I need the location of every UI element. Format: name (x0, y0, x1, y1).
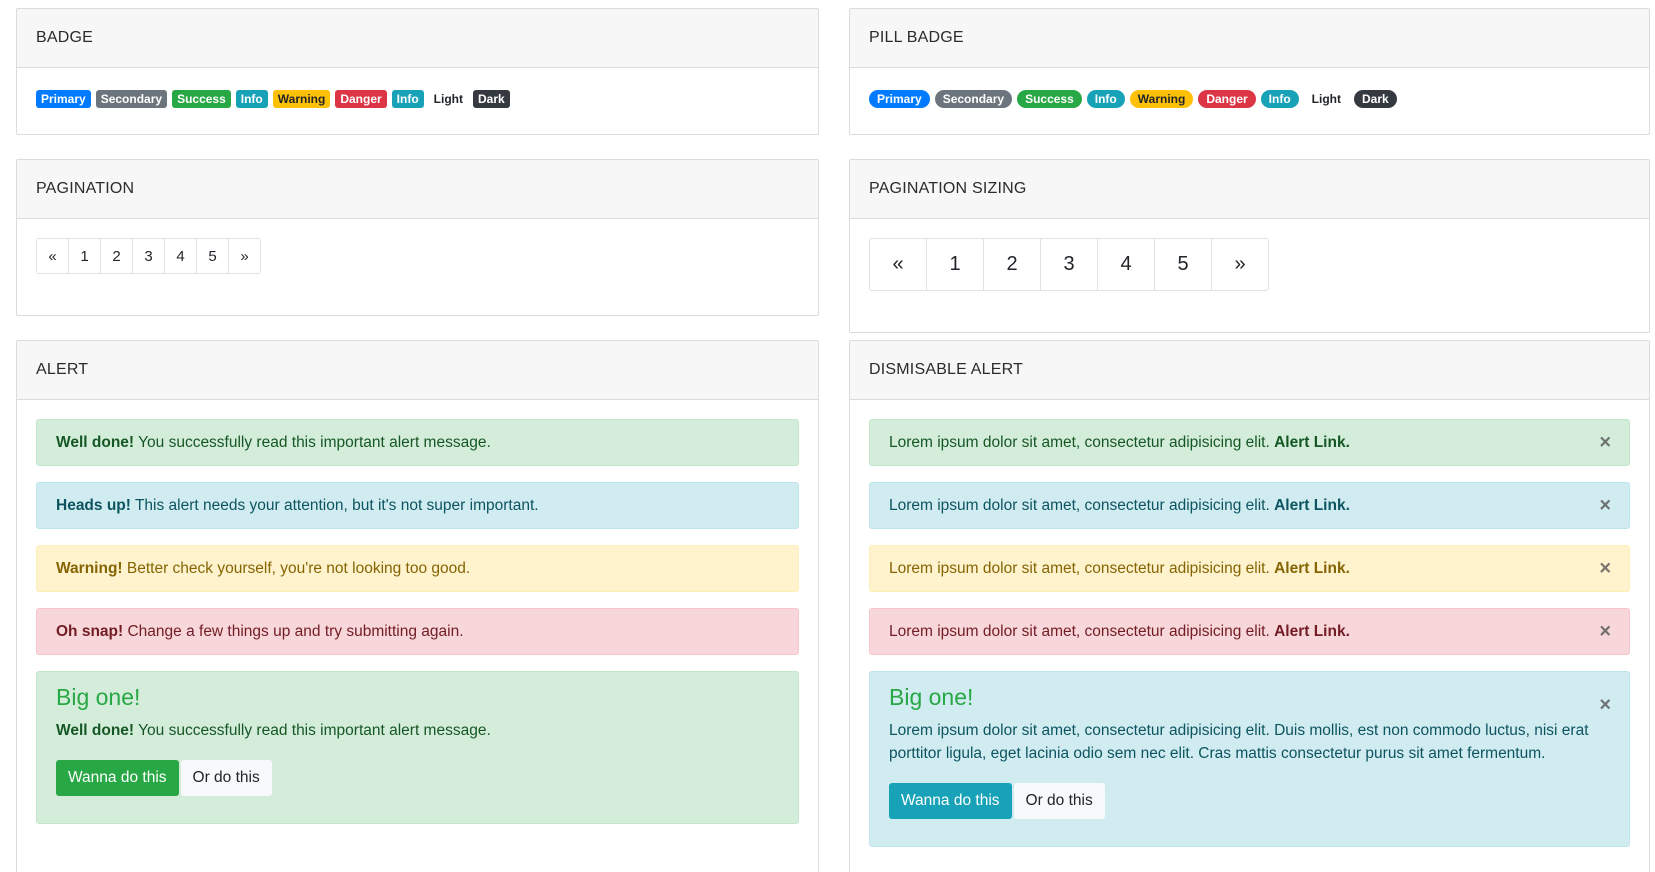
alert-text: You successfully read this important ale… (134, 722, 491, 739)
alert-text: Better check yourself, you're not lookin… (122, 559, 471, 577)
pill-badge-info: Info (1086, 90, 1125, 108)
page-link-5[interactable]: 5 (196, 238, 229, 274)
card-title: DISMISABLE ALERT (869, 361, 1024, 378)
pill-badge-warning: Warning (1129, 90, 1194, 108)
card-title: PILL BADGE (869, 29, 964, 46)
card-header: BADGE (17, 9, 818, 68)
alert-strong: Well done! (56, 433, 135, 451)
alert-big-success: Big one! Well done! You successfully rea… (36, 671, 799, 824)
pill-badge-primary: Primary (869, 90, 930, 108)
badge-info-2: Info (391, 90, 424, 108)
badge-light: Light (428, 90, 468, 108)
alert-text: You successfully read this important ale… (134, 433, 491, 451)
page-link-1[interactable]: 1 (68, 238, 101, 274)
or-do-this-button[interactable]: Or do this (1013, 783, 1105, 819)
page-prev-link[interactable]: « (36, 238, 69, 274)
alert-success: Well done! You successfully read this im… (36, 419, 799, 466)
badge-secondary: Secondary (95, 90, 168, 108)
badge-warning: Warning (272, 90, 331, 108)
close-icon[interactable]: × (1599, 694, 1611, 717)
close-icon[interactable]: × (1599, 494, 1611, 517)
alert-link[interactable]: Alert Link. (1274, 560, 1350, 577)
alert-big-title: Big one! (889, 684, 974, 710)
pill-badge-card: PILL BADGE Primary Secondary Success Inf… (849, 8, 1650, 135)
page-link-1[interactable]: 1 (926, 238, 984, 291)
alert-info: Heads up! This alert needs your attentio… (36, 482, 799, 529)
pill-badge-danger: Danger (1198, 90, 1256, 108)
card-title: PAGINATION (36, 180, 135, 197)
badge-dark: Dark (473, 90, 510, 108)
alert-warning: Warning! Better check yourself, you're n… (36, 545, 799, 592)
badge-row: Primary Secondary Success Info Warning D… (36, 87, 799, 108)
wanna-do-this-button[interactable]: Wanna do this (56, 760, 179, 796)
card-header: PAGINATION (17, 160, 818, 219)
badge-danger: Danger (335, 90, 387, 108)
alert-strong: Well done! (56, 722, 135, 739)
alert-big-title: Big one! (56, 684, 141, 710)
card-title: PAGINATION SIZING (869, 180, 1027, 197)
pill-badge-info-2: Info (1260, 90, 1299, 108)
pagination-sizing-card: PAGINATION SIZING « 1 2 3 4 5 » (849, 159, 1650, 333)
dismissable-alert-danger: Lorem ipsum dolor sit amet, consectetur … (869, 608, 1630, 655)
alert-text: Lorem ipsum dolor sit amet, consectetur … (889, 496, 1275, 514)
alert-link[interactable]: Alert Link. (1274, 497, 1350, 514)
badge-info: Info (235, 90, 268, 108)
close-icon[interactable]: × (1599, 557, 1611, 580)
alert-card: ALERT Well done! You successfully read t… (16, 340, 819, 872)
page-link-2[interactable]: 2 (983, 238, 1041, 291)
pagination: « 1 2 3 4 5 » (36, 238, 799, 274)
page-link-5[interactable]: 5 (1154, 238, 1212, 291)
dismissable-alert-success: Lorem ipsum dolor sit amet, consectetur … (869, 419, 1630, 466)
badge-success: Success (172, 90, 231, 108)
pagination-card: PAGINATION « 1 2 3 4 5 » (16, 159, 819, 316)
page-next-link[interactable]: » (1211, 238, 1269, 291)
alert-strong: Warning! (56, 559, 123, 577)
close-icon[interactable]: × (1599, 620, 1611, 643)
close-icon[interactable]: × (1599, 431, 1611, 454)
dismissable-alert-card: DISMISABLE ALERT Lorem ipsum dolor sit a… (849, 340, 1650, 872)
card-title: BADGE (36, 29, 94, 46)
card-header: DISMISABLE ALERT (850, 341, 1649, 400)
pill-badge-secondary: Secondary (934, 90, 1013, 108)
badge-primary: Primary (36, 90, 91, 108)
alert-text: Lorem ipsum dolor sit amet, consectetur … (889, 622, 1275, 640)
dismissable-alert-warning: Lorem ipsum dolor sit amet, consectetur … (869, 545, 1630, 592)
page-link-3[interactable]: 3 (132, 238, 165, 274)
badge-card: BADGE Primary Secondary Success Info War… (16, 8, 819, 135)
alert-danger: Oh snap! Change a few things up and try … (36, 608, 799, 655)
alert-text: Lorem ipsum dolor sit amet, consectetur … (889, 559, 1275, 577)
card-title: ALERT (36, 361, 89, 378)
dismissable-alert-big-info: × Big one! Lorem ipsum dolor sit amet, c… (869, 671, 1630, 847)
pill-badge-row: Primary Secondary Success Info Warning D… (869, 87, 1630, 108)
page-link-3[interactable]: 3 (1040, 238, 1098, 291)
dismissable-alert-info: Lorem ipsum dolor sit amet, consectetur … (869, 482, 1630, 529)
page-link-4[interactable]: 4 (1097, 238, 1155, 291)
alert-link[interactable]: Alert Link. (1274, 623, 1350, 640)
alert-strong: Heads up! (56, 496, 131, 514)
alert-text: This alert needs your attention, but it'… (130, 496, 539, 514)
pill-badge-dark: Dark (1354, 90, 1397, 108)
alert-big-text: Lorem ipsum dolor sit amet, consectetur … (889, 722, 1589, 762)
page-prev-link[interactable]: « (869, 238, 927, 291)
page-next-link[interactable]: » (228, 238, 261, 274)
card-header: PAGINATION SIZING (850, 160, 1649, 219)
pill-badge-light: Light (1303, 90, 1349, 108)
page-link-2[interactable]: 2 (100, 238, 133, 274)
card-header: PILL BADGE (850, 9, 1649, 68)
pagination-large: « 1 2 3 4 5 » (869, 238, 1630, 291)
alert-strong: Oh snap! (56, 622, 124, 640)
wanna-do-this-button[interactable]: Wanna do this (889, 783, 1012, 819)
alert-text: Lorem ipsum dolor sit amet, consectetur … (889, 433, 1275, 451)
alert-text: Change a few things up and try submittin… (123, 622, 464, 640)
card-header: ALERT (17, 341, 818, 400)
page-link-4[interactable]: 4 (164, 238, 197, 274)
alert-link[interactable]: Alert Link. (1274, 434, 1350, 451)
or-do-this-button[interactable]: Or do this (180, 760, 272, 796)
pill-badge-success: Success (1017, 90, 1082, 108)
